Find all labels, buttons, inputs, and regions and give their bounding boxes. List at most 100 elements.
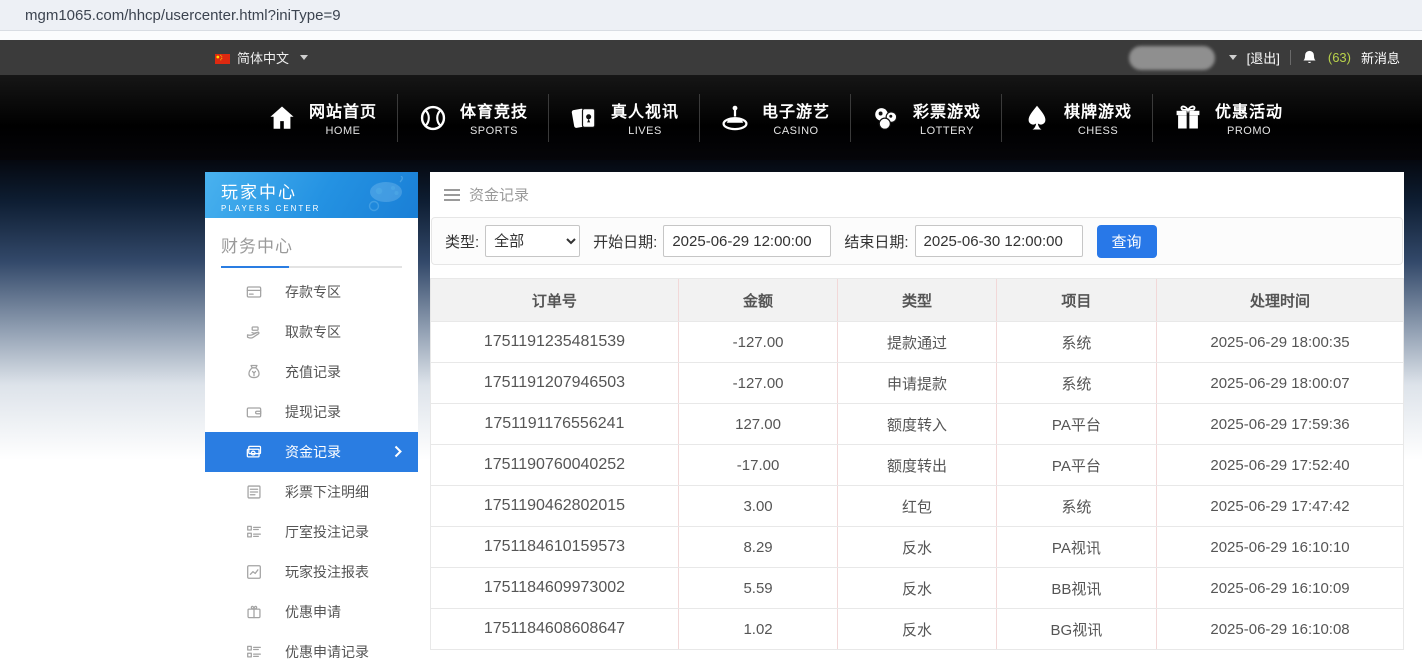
withdraw-zone-icon [245,323,263,341]
language-label: 简体中文 [237,48,289,67]
nav-sublabel: CHESS [1064,125,1132,137]
table-cell: 1751184608608647 [431,609,679,649]
chess-icon [1022,103,1052,133]
sidebar-item-充值记录[interactable]: 充值记录 [205,352,418,392]
column-header: 项目 [997,279,1157,321]
table-cell: -17.00 [679,445,838,485]
end-date-input[interactable] [915,225,1083,257]
sidebar-item-玩家投注报表[interactable]: 玩家投注报表 [205,552,418,592]
main-nav-items: 网站首页 HOME 体育竞技SPORTS 真人视讯 LIVES 电子游艺CASINO彩票游… [247,94,1303,142]
table-cell: -127.00 [679,363,838,403]
table-cell: 提款通过 [838,322,996,362]
player-report-icon [245,563,263,581]
table-cell: 1751191235481539 [431,322,679,362]
table-cell: PA平台 [997,404,1157,444]
chevron-down-icon[interactable] [1229,55,1237,60]
table-header-row: 订单号金额类型项目处理时间 [431,279,1403,322]
nav-item-lives[interactable]: 真人视讯 LIVES [549,98,699,137]
promo-icon [1173,103,1203,133]
table-cell: 2025-06-29 17:59:36 [1157,404,1403,444]
sidebar-item-存款专区[interactable]: 存款专区 [205,272,418,312]
sidebar-item-厅室投注记录[interactable]: 厅室投注记录 [205,512,418,552]
table-cell: 系统 [997,322,1157,362]
table-cell: 5.59 [679,568,838,608]
sidebar-item-提现记录[interactable]: 提现记录 [205,392,418,432]
home-icon [267,103,297,133]
table-row: 1751191235481539-127.00提款通过系统2025-06-29 … [431,322,1403,363]
nav-sublabel: LIVES [611,125,679,137]
sidebar-item-label: 取款专区 [285,322,341,342]
sidebar-item-label: 充值记录 [285,362,341,382]
lives-icon [569,103,599,133]
user-name-blurred[interactable] [1129,46,1215,70]
sidebar-section-title: 财务中心 [221,232,402,257]
nav-item-promo[interactable]: 优惠活动 PROMO [1153,98,1303,137]
lottery-bets-icon [245,483,263,501]
table-cell: 2025-06-29 18:00:35 [1157,322,1403,362]
table-cell: 2025-06-29 16:10:10 [1157,527,1403,567]
casino-icon [720,103,750,133]
table-cell: 1751191176556241 [431,404,679,444]
table-cell: 1751184609973002 [431,568,679,608]
table-cell: BB视讯 [997,568,1157,608]
table-cell: 8.29 [679,527,838,567]
nav-item-home[interactable]: 网站首页 HOME [247,98,397,137]
message-count[interactable]: (63) [1328,50,1351,65]
start-date-input[interactable] [663,225,831,257]
nav-item-chess[interactable]: 棋牌游戏CHESS [1002,98,1152,137]
table-row: 1751191176556241127.00额度转入PA平台2025-06-29… [431,404,1403,445]
table-cell: 反水 [838,609,996,649]
sidebar-item-label: 优惠申请 [285,602,341,622]
account-bar: 简体中文 [退出] (63) 新消息 [0,40,1422,75]
table-cell: 2025-06-29 17:47:42 [1157,486,1403,526]
lottery-icon [871,103,901,133]
page-url: mgm1065.com/hhcp/usercenter.html?iniType… [25,7,341,24]
sidebar-item-资金记录[interactable]: 资金记录 [205,432,418,472]
sidebar-item-label: 彩票下注明细 [285,482,369,502]
nav-label: 优惠活动 [1215,98,1283,122]
table-cell: PA平台 [997,445,1157,485]
promo-record-icon [245,643,263,661]
nav-item-lottery[interactable]: 彩票游戏LOTTERY [851,98,1001,137]
logout-link[interactable]: [退出] [1247,48,1280,67]
column-header: 类型 [838,279,996,321]
end-date-label: 结束日期: [844,231,908,252]
bell-icon[interactable] [1301,49,1318,66]
search-button[interactable]: 查询 [1097,225,1157,258]
language-selector[interactable]: 简体中文 [215,48,308,67]
sidebar-item-彩票下注明细[interactable]: 彩票下注明细 [205,472,418,512]
recharge-record-icon [245,363,263,381]
sidebar-item-取款专区[interactable]: 取款专区 [205,312,418,352]
table-cell: 127.00 [679,404,838,444]
nav-item-sports[interactable]: 体育竞技SPORTS [398,98,548,137]
browser-address-bar[interactable]: mgm1065.com/hhcp/usercenter.html?iniType… [0,0,1422,31]
column-header: 金额 [679,279,838,321]
table-row: 1751190760040252-17.00额度转出PA平台2025-06-29… [431,445,1403,486]
sidebar-menu: 存款专区取款专区充值记录提现记录资金记录彩票下注明细厅室投注记录玩家投注报表优惠… [205,272,418,672]
table-cell: 1751184610159573 [431,527,679,567]
nav-label: 网站首页 [309,98,377,122]
nav-label: 真人视讯 [611,98,679,122]
menu-icon[interactable] [444,189,460,201]
sidebar-item-优惠申请记录[interactable]: 优惠申请记录 [205,632,418,672]
table-cell: 申请提款 [838,363,996,403]
table-row: 17511904628020153.00红包系统2025-06-29 17:47… [431,486,1403,527]
start-date-label: 开始日期: [593,231,657,252]
table-cell: 额度转入 [838,404,996,444]
nav-sublabel: CASINO [762,125,830,137]
sidebar-item-优惠申请[interactable]: 优惠申请 [205,592,418,632]
table-cell: -127.00 [679,322,838,362]
nav-sublabel: LOTTERY [913,125,981,137]
chevron-down-icon [300,55,308,60]
nav-sublabel: PROMO [1215,125,1283,137]
nav-sublabel: HOME [309,125,377,137]
message-label[interactable]: 新消息 [1361,48,1400,67]
column-header: 订单号 [431,279,679,321]
table-row: 1751191207946503-127.00申请提款系统2025-06-29 … [431,363,1403,404]
filter-bar: 类型: 全部 开始日期: 结束日期: 查询 [431,217,1403,265]
main-content: 资金记录 类型: 全部 开始日期: 结束日期: 查询 订单号金额类型项目处理时间… [430,172,1404,658]
nav-item-casino[interactable]: 电子游艺CASINO [700,98,850,137]
sidebar-item-label: 提现记录 [285,402,341,422]
browser-gap [0,31,1422,40]
type-filter-select[interactable]: 全部 [485,225,580,257]
